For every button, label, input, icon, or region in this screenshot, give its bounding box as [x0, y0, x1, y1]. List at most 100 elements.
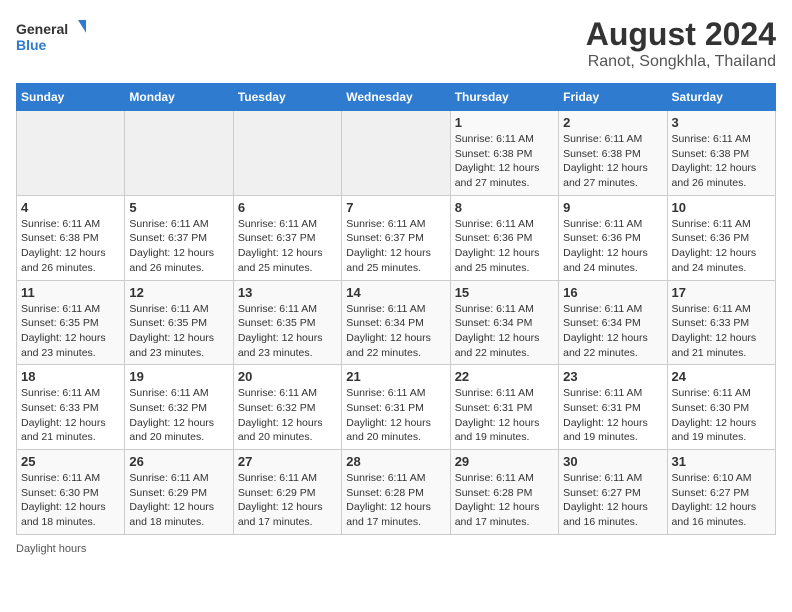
- day-info: Sunrise: 6:11 AM Sunset: 6:38 PM Dayligh…: [672, 132, 771, 191]
- calendar-day-cell: 17 Sunrise: 6:11 AM Sunset: 6:33 PM Dayli…: [667, 280, 775, 365]
- calendar-day-cell: 30 Sunrise: 6:11 AM Sunset: 6:27 PM Dayli…: [559, 450, 667, 535]
- calendar-day-cell: 22 Sunrise: 6:11 AM Sunset: 6:31 PM Dayli…: [450, 365, 558, 450]
- calendar-table: SundayMondayTuesdayWednesdayThursdayFrid…: [16, 83, 776, 535]
- day-info: Sunrise: 6:11 AM Sunset: 6:31 PM Dayligh…: [563, 386, 662, 445]
- day-number: 5: [129, 200, 228, 215]
- day-number: 7: [346, 200, 445, 215]
- day-number: 6: [238, 200, 337, 215]
- day-number: 27: [238, 454, 337, 469]
- day-number: 25: [21, 454, 120, 469]
- day-number: 14: [346, 285, 445, 300]
- day-info: Sunrise: 6:11 AM Sunset: 6:37 PM Dayligh…: [346, 217, 445, 276]
- day-info: Sunrise: 6:11 AM Sunset: 6:34 PM Dayligh…: [346, 302, 445, 361]
- calendar-day-cell: [233, 111, 341, 196]
- day-number: 8: [455, 200, 554, 215]
- calendar-day-cell: 29 Sunrise: 6:11 AM Sunset: 6:28 PM Dayli…: [450, 450, 558, 535]
- weekday-header-cell: Friday: [559, 84, 667, 111]
- day-info: Sunrise: 6:11 AM Sunset: 6:32 PM Dayligh…: [238, 386, 337, 445]
- calendar-body: 1Sunrise: 6:11 AM Sunset: 6:38 PM Daylig…: [17, 111, 776, 535]
- calendar-day-cell: 4 Sunrise: 6:11 AM Sunset: 6:38 PM Daylig…: [17, 195, 125, 280]
- weekday-header-cell: Sunday: [17, 84, 125, 111]
- calendar-day-cell: 6 Sunrise: 6:11 AM Sunset: 6:37 PM Daylig…: [233, 195, 341, 280]
- calendar-day-cell: 12 Sunrise: 6:11 AM Sunset: 6:35 PM Dayli…: [125, 280, 233, 365]
- day-number: 23: [563, 369, 662, 384]
- day-info: Sunrise: 6:11 AM Sunset: 6:29 PM Dayligh…: [129, 471, 228, 530]
- day-number: 9: [563, 200, 662, 215]
- calendar-week-row: 25Sunrise: 6:11 AM Sunset: 6:30 PM Dayli…: [17, 450, 776, 535]
- calendar-day-cell: 11Sunrise: 6:11 AM Sunset: 6:35 PM Dayli…: [17, 280, 125, 365]
- day-info: Sunrise: 6:11 AM Sunset: 6:33 PM Dayligh…: [672, 302, 771, 361]
- calendar-day-cell: 18Sunrise: 6:11 AM Sunset: 6:33 PM Dayli…: [17, 365, 125, 450]
- calendar-day-cell: 10 Sunrise: 6:11 AM Sunset: 6:36 PM Dayli…: [667, 195, 775, 280]
- calendar-day-cell: 5 Sunrise: 6:11 AM Sunset: 6:37 PM Daylig…: [125, 195, 233, 280]
- weekday-header-row: SundayMondayTuesdayWednesdayThursdayFrid…: [17, 84, 776, 111]
- day-info: Sunrise: 6:11 AM Sunset: 6:31 PM Dayligh…: [346, 386, 445, 445]
- day-info: Sunrise: 6:11 AM Sunset: 6:29 PM Dayligh…: [238, 471, 337, 530]
- calendar-week-row: 11Sunrise: 6:11 AM Sunset: 6:35 PM Dayli…: [17, 280, 776, 365]
- weekday-header-cell: Monday: [125, 84, 233, 111]
- day-number: 10: [672, 200, 771, 215]
- day-info: Sunrise: 6:10 AM Sunset: 6:27 PM Dayligh…: [672, 471, 771, 530]
- weekday-header-cell: Thursday: [450, 84, 558, 111]
- calendar-day-cell: 23 Sunrise: 6:11 AM Sunset: 6:31 PM Dayli…: [559, 365, 667, 450]
- day-info: Sunrise: 6:11 AM Sunset: 6:38 PM Dayligh…: [21, 217, 120, 276]
- day-number: 31: [672, 454, 771, 469]
- footer-text: Daylight hours: [16, 543, 86, 555]
- calendar-week-row: 4 Sunrise: 6:11 AM Sunset: 6:38 PM Daylig…: [17, 195, 776, 280]
- footer-note: Daylight hours: [16, 543, 776, 555]
- calendar-day-cell: 20 Sunrise: 6:11 AM Sunset: 6:32 PM Dayli…: [233, 365, 341, 450]
- day-number: 15: [455, 285, 554, 300]
- day-info: Sunrise: 6:11 AM Sunset: 6:31 PM Dayligh…: [455, 386, 554, 445]
- day-number: 22: [455, 369, 554, 384]
- day-info: Sunrise: 6:11 AM Sunset: 6:35 PM Dayligh…: [129, 302, 228, 361]
- weekday-header-cell: Tuesday: [233, 84, 341, 111]
- page-title: August 2024: [586, 16, 776, 53]
- calendar-day-cell: 19Sunrise: 6:11 AM Sunset: 6:32 PM Dayli…: [125, 365, 233, 450]
- day-number: 16: [563, 285, 662, 300]
- day-info: Sunrise: 6:11 AM Sunset: 6:34 PM Dayligh…: [455, 302, 554, 361]
- day-info: Sunrise: 6:11 AM Sunset: 6:27 PM Dayligh…: [563, 471, 662, 530]
- calendar-day-cell: 14 Sunrise: 6:11 AM Sunset: 6:34 PM Dayli…: [342, 280, 450, 365]
- day-number: 19: [129, 369, 228, 384]
- svg-text:Blue: Blue: [16, 37, 47, 53]
- day-number: 29: [455, 454, 554, 469]
- calendar-day-cell: 3Sunrise: 6:11 AM Sunset: 6:38 PM Daylig…: [667, 111, 775, 196]
- day-info: Sunrise: 6:11 AM Sunset: 6:37 PM Dayligh…: [238, 217, 337, 276]
- calendar-day-cell: 24Sunrise: 6:11 AM Sunset: 6:30 PM Dayli…: [667, 365, 775, 450]
- calendar-day-cell: 2Sunrise: 6:11 AM Sunset: 6:38 PM Daylig…: [559, 111, 667, 196]
- calendar-week-row: 1Sunrise: 6:11 AM Sunset: 6:38 PM Daylig…: [17, 111, 776, 196]
- page-header: General Blue August 2024 Ranot, Songkhla…: [16, 16, 776, 71]
- day-number: 20: [238, 369, 337, 384]
- calendar-day-cell: 31 Sunrise: 6:10 AM Sunset: 6:27 PM Dayli…: [667, 450, 775, 535]
- svg-text:General: General: [16, 21, 68, 37]
- calendar-week-row: 18Sunrise: 6:11 AM Sunset: 6:33 PM Dayli…: [17, 365, 776, 450]
- day-number: 21: [346, 369, 445, 384]
- calendar-day-cell: 8Sunrise: 6:11 AM Sunset: 6:36 PM Daylig…: [450, 195, 558, 280]
- day-number: 30: [563, 454, 662, 469]
- day-number: 12: [129, 285, 228, 300]
- day-number: 18: [21, 369, 120, 384]
- calendar-day-cell: 1Sunrise: 6:11 AM Sunset: 6:38 PM Daylig…: [450, 111, 558, 196]
- day-info: Sunrise: 6:11 AM Sunset: 6:35 PM Dayligh…: [21, 302, 120, 361]
- day-number: 17: [672, 285, 771, 300]
- day-info: Sunrise: 6:11 AM Sunset: 6:30 PM Dayligh…: [672, 386, 771, 445]
- calendar-day-cell: 9 Sunrise: 6:11 AM Sunset: 6:36 PM Daylig…: [559, 195, 667, 280]
- calendar-day-cell: 7 Sunrise: 6:11 AM Sunset: 6:37 PM Daylig…: [342, 195, 450, 280]
- calendar-day-cell: 25Sunrise: 6:11 AM Sunset: 6:30 PM Dayli…: [17, 450, 125, 535]
- calendar-day-cell: 26Sunrise: 6:11 AM Sunset: 6:29 PM Dayli…: [125, 450, 233, 535]
- calendar-day-cell: 13Sunrise: 6:11 AM Sunset: 6:35 PM Dayli…: [233, 280, 341, 365]
- title-block: August 2024 Ranot, Songkhla, Thailand: [586, 16, 776, 71]
- day-number: 2: [563, 115, 662, 130]
- day-info: Sunrise: 6:11 AM Sunset: 6:38 PM Dayligh…: [455, 132, 554, 191]
- day-number: 13: [238, 285, 337, 300]
- day-info: Sunrise: 6:11 AM Sunset: 6:36 PM Dayligh…: [563, 217, 662, 276]
- day-info: Sunrise: 6:11 AM Sunset: 6:28 PM Dayligh…: [455, 471, 554, 530]
- day-info: Sunrise: 6:11 AM Sunset: 6:36 PM Dayligh…: [672, 217, 771, 276]
- calendar-day-cell: 21 Sunrise: 6:11 AM Sunset: 6:31 PM Dayli…: [342, 365, 450, 450]
- day-info: Sunrise: 6:11 AM Sunset: 6:37 PM Dayligh…: [129, 217, 228, 276]
- day-number: 4: [21, 200, 120, 215]
- logo: General Blue: [16, 16, 86, 56]
- logo-svg: General Blue: [16, 16, 86, 56]
- calendar-day-cell: 27 Sunrise: 6:11 AM Sunset: 6:29 PM Dayli…: [233, 450, 341, 535]
- day-number: 28: [346, 454, 445, 469]
